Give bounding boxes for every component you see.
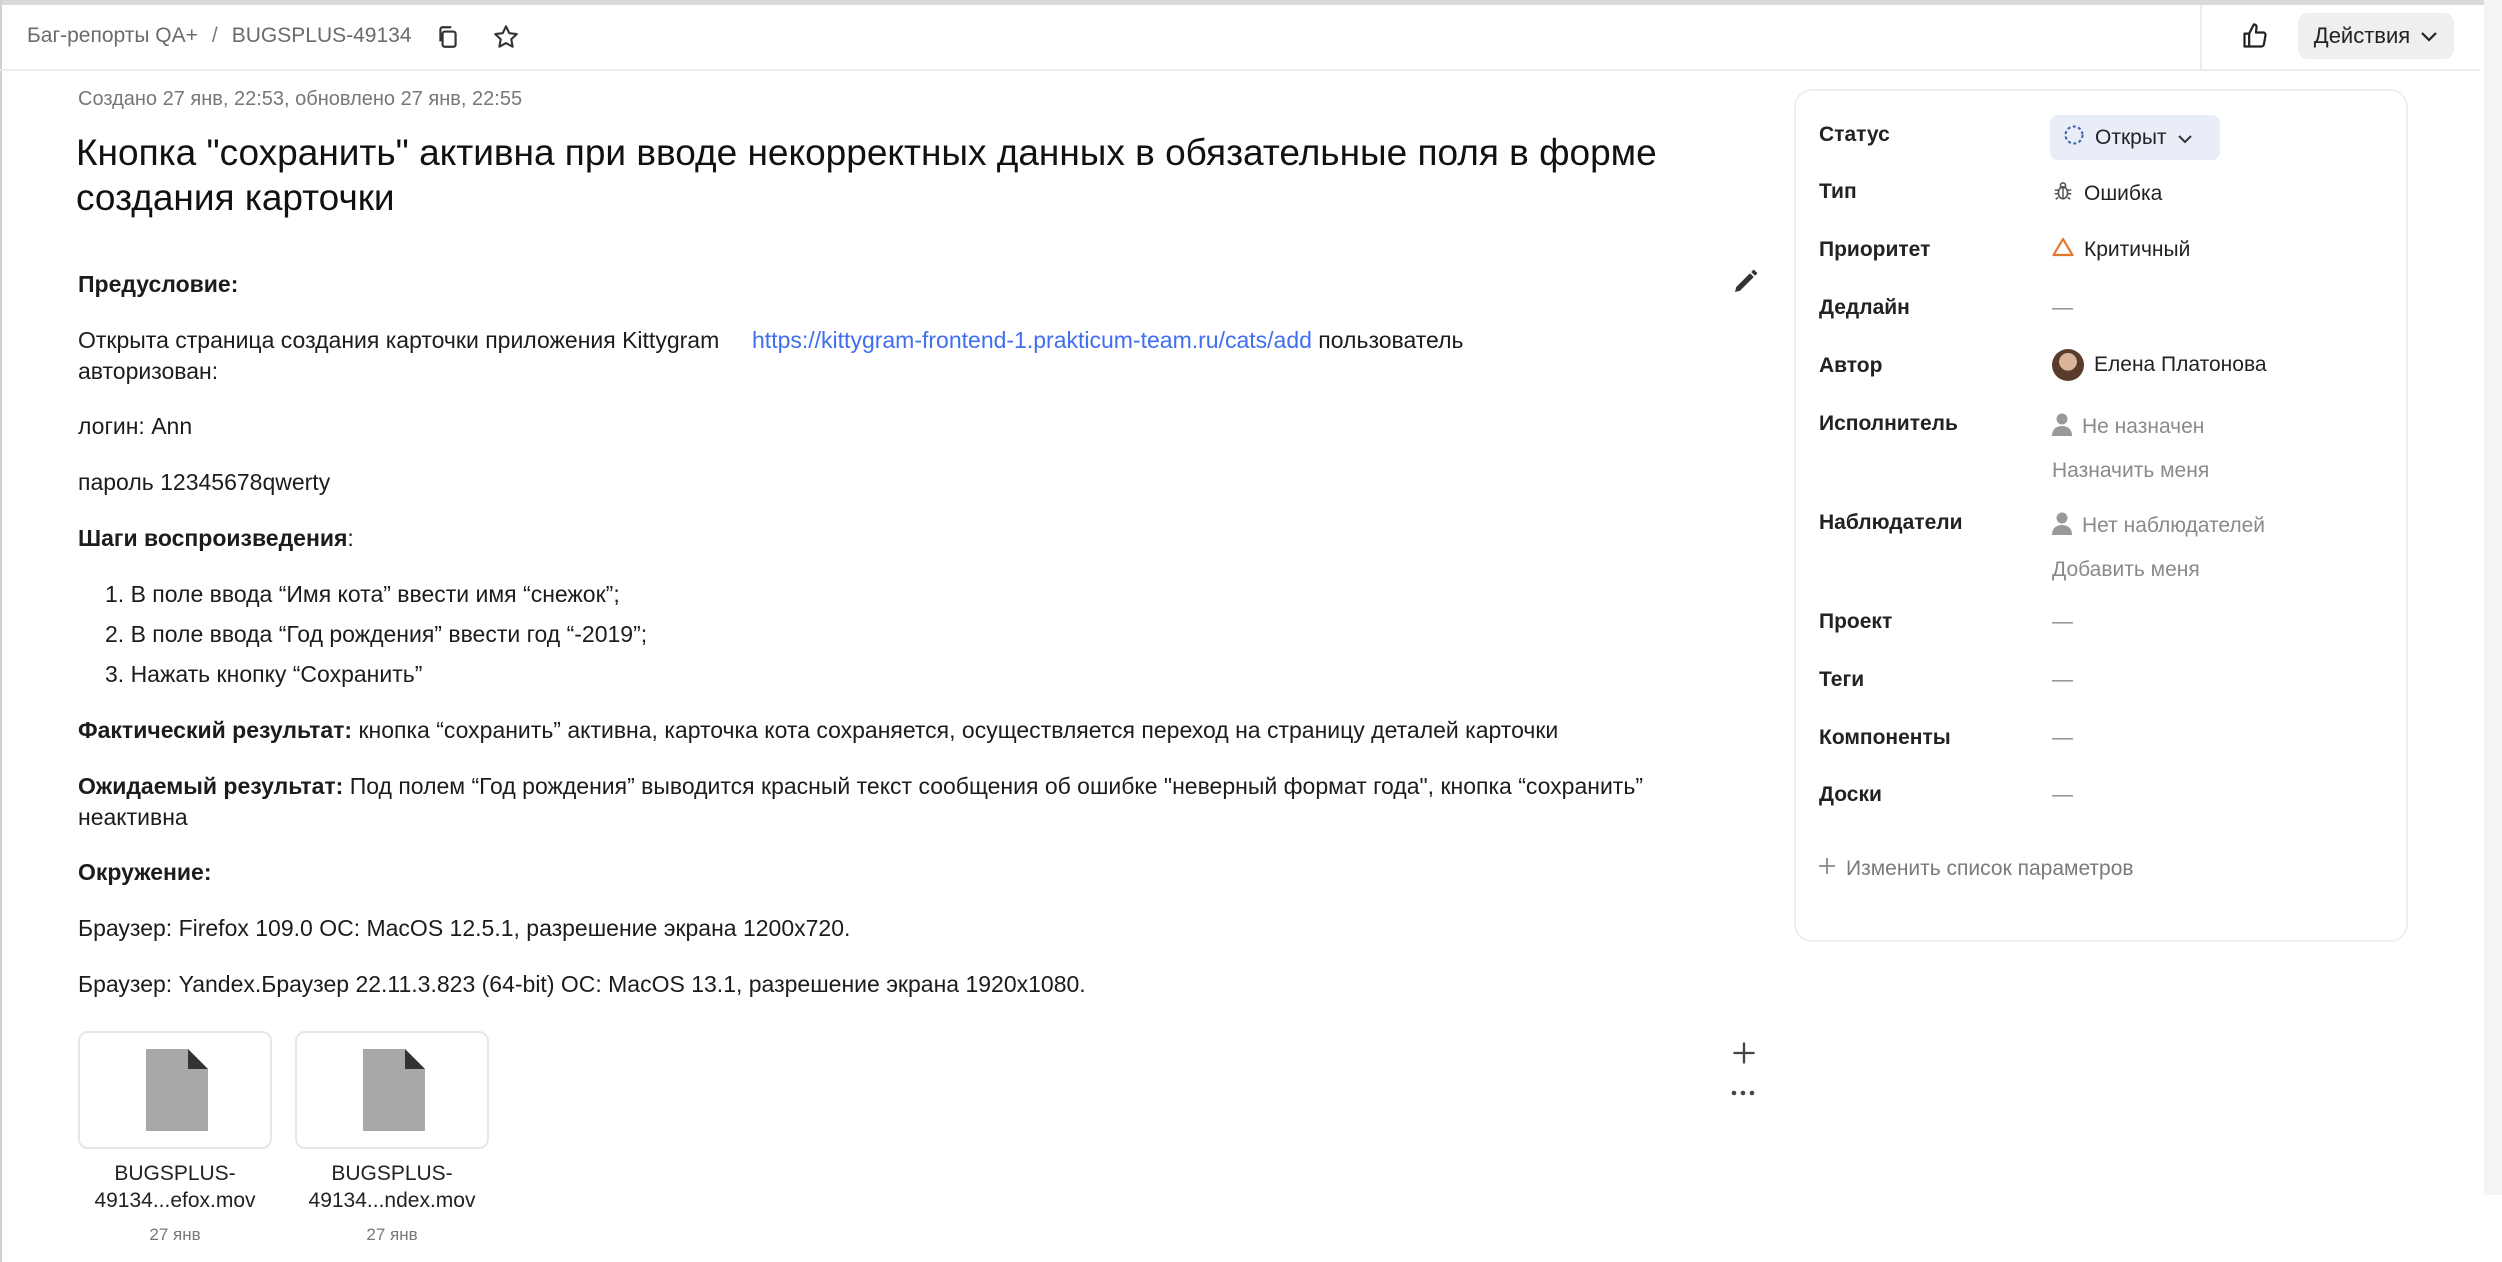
assignee-value-field[interactable]: Не назначен — [2052, 412, 2204, 442]
step-item: 1. В поле ввода “Имя кота” ввести имя “с… — [105, 581, 620, 607]
more-dots-icon[interactable] — [1730, 1085, 1762, 1109]
user-icon — [2052, 412, 2072, 442]
issue-title[interactable]: Кнопка "сохранить" активна при вводе нек… — [76, 130, 1736, 220]
bug-icon — [2052, 180, 2074, 208]
project-value[interactable]: — — [2052, 610, 2073, 634]
deadline-value[interactable]: — — [2052, 296, 2073, 320]
breadcrumb-separator: / — [211, 24, 218, 47]
components-label: Компоненты — [1819, 726, 1951, 749]
step-item: 2. В поле ввода “Год рождения” ввести го… — [105, 621, 648, 647]
star-icon[interactable] — [486, 17, 526, 57]
precondition-tail: пользователь — [1318, 327, 1464, 353]
precondition-paragraph: Открыта страница создания карточки прило… — [78, 325, 1728, 387]
user-icon — [2052, 511, 2072, 541]
assign-me-link[interactable]: Назначить меня — [2052, 459, 2209, 483]
assignee-value: Не назначен — [2082, 415, 2205, 438]
priority-value-field[interactable]: Критичный — [2052, 237, 2190, 263]
priority-triangle-icon — [2052, 237, 2074, 263]
file-icon — [146, 1049, 208, 1131]
tags-value[interactable]: — — [2052, 668, 2073, 692]
edit-params-label: Изменить список параметров — [1846, 857, 2134, 880]
kittygram-link[interactable]: https://kittygram-frontend-1.prakticum-t… — [752, 327, 1312, 353]
breadcrumb-issue-key[interactable]: BUGSPLUS-49134 — [232, 24, 412, 48]
pencil-icon[interactable] — [1730, 267, 1762, 299]
chevron-down-icon — [2177, 126, 2193, 150]
attachment-date: 27 янв — [366, 1225, 418, 1244]
precondition-heading: Предусловие: — [78, 271, 239, 297]
type-value: Ошибка — [2084, 182, 2163, 205]
environment-yandex: Браузер: Yandex.Браузер 22.11.3.823 (64-… — [78, 971, 1086, 997]
attachment-name[interactable]: BUGSPLUS- 49134...efox.mov — [78, 1160, 272, 1214]
actions-label: Действия — [2313, 23, 2411, 48]
status-value: Открыт — [2095, 125, 2167, 149]
watchers-label: Наблюдатели — [1819, 511, 1963, 534]
copy-icon[interactable] — [428, 17, 468, 57]
attachment-card[interactable] — [295, 1031, 489, 1149]
page-scrollbar[interactable] — [2484, 0, 2502, 1195]
issue-header: Баг-репорты QA+ / BUGSPLUS-49134 — [0, 5, 2480, 71]
precondition-text: Открыта страница создания карточки прило… — [78, 327, 720, 353]
boards-value[interactable]: — — [2052, 783, 2073, 807]
avatar — [2052, 349, 2084, 381]
edit-params-button[interactable]: Изменить список параметров — [1818, 857, 2134, 881]
author-value-field[interactable]: Елена Платонова — [2052, 349, 2267, 381]
issue-meta: Создано 27 янв, 22:53, обновлено 27 янв,… — [78, 88, 523, 110]
components-value[interactable]: — — [2052, 726, 2073, 750]
chevron-down-icon — [2420, 23, 2438, 49]
plus-icon — [1818, 857, 1836, 881]
priority-label: Приоритет — [1819, 238, 1931, 261]
watchers-value-field[interactable]: Нет наблюдателей — [2052, 511, 2265, 541]
author-label: Автор — [1819, 354, 1883, 377]
status-open-icon — [2063, 124, 2085, 152]
header-divider — [2200, 5, 2202, 71]
thumbs-up-icon[interactable] — [2235, 16, 2275, 56]
status-label: Статус — [1819, 123, 1890, 146]
tags-label: Теги — [1819, 668, 1865, 691]
boards-label: Доски — [1819, 783, 1882, 806]
type-value-field[interactable]: Ошибка — [2052, 180, 2162, 208]
password-text: пароль 12345678qwerty — [78, 469, 331, 495]
type-label: Тип — [1819, 180, 1857, 203]
attachment-date: 27 янв — [149, 1225, 201, 1244]
steps-heading: Шаги воспроизведения: — [78, 525, 354, 551]
priority-value: Критичный — [2084, 238, 2191, 261]
add-me-link[interactable]: Добавить меня — [2052, 558, 2200, 582]
project-label: Проект — [1819, 610, 1893, 633]
breadcrumb-queue-link[interactable]: Баг-репорты QA+ — [27, 24, 198, 48]
add-attachment-plus-icon[interactable] — [1730, 1039, 1762, 1071]
file-icon — [363, 1049, 425, 1131]
attachment-card[interactable] — [78, 1031, 272, 1149]
watchers-value: Нет наблюдателей — [2082, 514, 2266, 537]
environment-heading: Окружение: — [78, 859, 212, 885]
expected-result: Ожидаемый результат: Под полем “Год рожд… — [78, 773, 1643, 830]
breadcrumb: Баг-репорты QA+ / BUGSPLUS-49134 — [27, 24, 412, 48]
assignee-label: Исполнитель — [1819, 412, 1958, 435]
actual-result: Фактический результат: кнопка “сохранить… — [78, 717, 1559, 743]
author-value: Елена Платонова — [2094, 353, 2267, 376]
environment-firefox: Браузер: Firefox 109.0 ОС: MacOS 12.5.1,… — [78, 915, 851, 941]
actions-button[interactable]: Действия — [2298, 13, 2454, 59]
deadline-label: Дедлайн — [1819, 296, 1910, 319]
step-item: 3. Нажать кнопку “Сохранить” — [105, 661, 423, 687]
attachment-name[interactable]: BUGSPLUS- 49134...ndex.mov — [295, 1160, 489, 1214]
login-text: логин: Ann — [78, 413, 193, 439]
status-dropdown[interactable]: Открыт — [2050, 115, 2220, 160]
left-border — [0, 0, 2, 1262]
precondition-tail-2: авторизован: — [78, 358, 219, 384]
